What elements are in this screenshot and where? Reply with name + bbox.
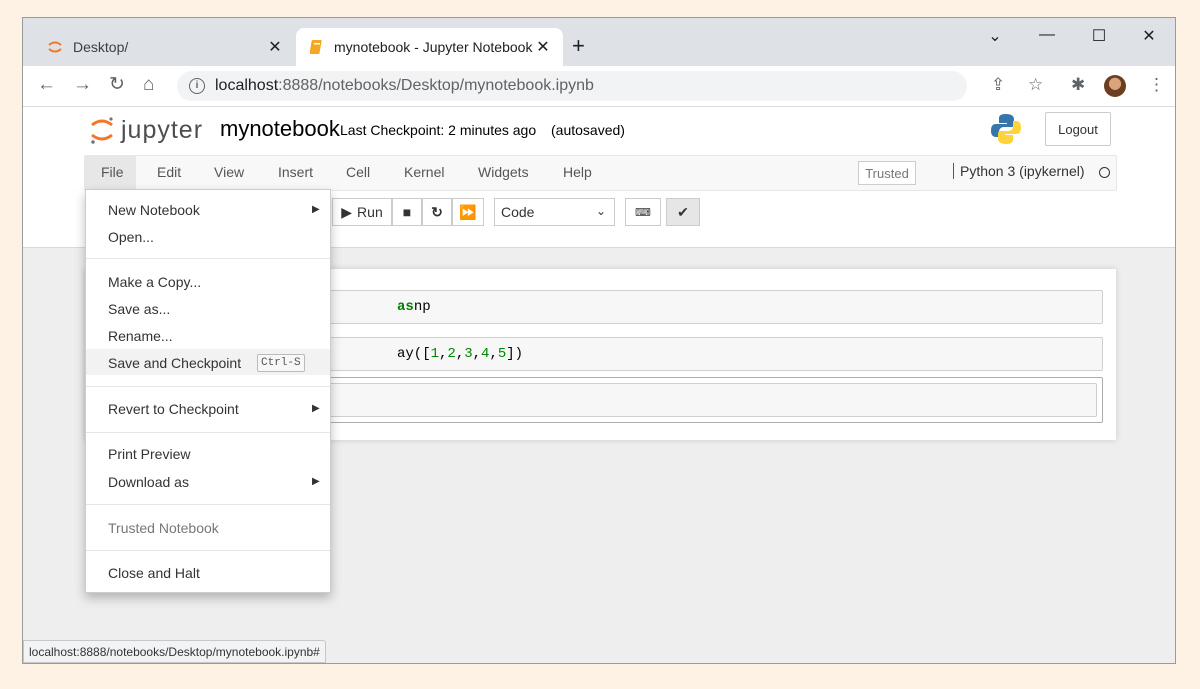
python-logo-icon (989, 112, 1023, 151)
menu-new-notebook[interactable]: New Notebook (108, 202, 200, 218)
interrupt-button[interactable]: ■ (392, 198, 422, 226)
keyboard-icon: ⌨ (635, 206, 651, 219)
chevron-down-icon: ⌄ (595, 204, 606, 218)
jupyter-tab-icon (47, 39, 63, 55)
menu-trusted-notebook[interactable]: Trusted Notebook (108, 520, 219, 536)
menu-divider (86, 550, 330, 551)
menu-cell[interactable]: Cell (346, 164, 370, 180)
kernel-name[interactable]: Python 3 (ipykernel) (953, 163, 1085, 179)
share-icon[interactable]: ⇪ (991, 75, 1005, 95)
code-number: 5 (497, 346, 507, 362)
menu-make-copy[interactable]: Make a Copy... (108, 274, 201, 290)
more-menu-icon[interactable]: ⋮ (1148, 75, 1165, 95)
stop-icon: ■ (402, 204, 412, 220)
autosave-status: (autosaved) (551, 122, 625, 138)
jupyter-logo[interactable]: jupyter (89, 115, 203, 145)
menu-rename[interactable]: Rename... (108, 328, 173, 344)
url-host: localhost (215, 77, 279, 94)
cell-type-select[interactable]: Code ⌄ (494, 198, 615, 226)
tab-search-icon[interactable]: ⌄ (972, 26, 1018, 46)
title-bar: Desktop/ ✕ mynotebook - Jupyter Notebook… (23, 18, 1175, 66)
spellcheck-toggle[interactable]: ✔ (666, 198, 700, 226)
menu-file[interactable]: File (101, 164, 124, 180)
restart-icon: ↻ (431, 203, 443, 220)
new-tab-icon[interactable]: + (572, 35, 585, 57)
menu-save-as[interactable]: Save as... (108, 301, 170, 317)
profile-avatar[interactable] (1104, 75, 1126, 97)
restart-run-all-button[interactable]: ⏩ (452, 198, 484, 226)
code-text: ay([ (397, 346, 431, 362)
menu-divider (86, 386, 330, 387)
code-cell-2[interactable]: ay([1, 2, 3, 4, 5]) (233, 337, 1103, 371)
code-text: ]) (506, 346, 524, 362)
menu-divider (86, 432, 330, 433)
menu-print-preview[interactable]: Print Preview (108, 446, 190, 462)
code-cell-1[interactable]: as np (233, 290, 1103, 324)
menu-widgets[interactable]: Widgets (478, 164, 529, 180)
submenu-arrow-icon: ▶ (312, 204, 320, 215)
forward-icon[interactable]: → (73, 74, 92, 96)
check-icon: ✔ (677, 203, 689, 220)
extensions-icon[interactable]: ✱ (1071, 75, 1085, 95)
run-button[interactable]: ▶ Run (332, 198, 392, 226)
code-cell-3-input[interactable] (233, 383, 1097, 417)
menu-divider (86, 504, 330, 505)
play-icon: ▶ (341, 203, 353, 220)
minimize-icon[interactable]: — (1024, 26, 1070, 44)
restart-button[interactable]: ↻ (422, 198, 452, 226)
close-icon[interactable]: ✕ (265, 37, 285, 57)
menu-divider (86, 258, 330, 259)
menu-download-as[interactable]: Download as (108, 474, 189, 490)
menu-close-halt[interactable]: Close and Halt (108, 565, 200, 581)
address-bar[interactable]: i localhost:8888/notebooks/Desktop/mynot… (177, 71, 967, 101)
code-number: 2 (447, 346, 456, 362)
notebook-tab-icon (310, 39, 324, 55)
jupyter-header: jupyter mynotebook Last Checkpoint: 2 mi… (23, 107, 1175, 155)
menu-revert-checkpoint[interactable]: Revert to Checkpoint (108, 401, 239, 417)
menu-open[interactable]: Open... (108, 229, 154, 245)
close-icon[interactable]: ✕ (533, 37, 553, 57)
trusted-indicator[interactable]: Trusted (858, 161, 916, 185)
maximize-icon[interactable]: ☐ (1076, 26, 1122, 46)
shortcut-badge: Ctrl-S (257, 354, 305, 372)
menu-view[interactable]: View (214, 164, 244, 180)
tab-title: mynotebook - Jupyter Notebook (334, 39, 533, 55)
menu-save-checkpoint[interactable]: Save and Checkpoint (108, 355, 241, 371)
cell-type-value: Code (501, 204, 535, 220)
tab-mynotebook[interactable]: mynotebook - Jupyter Notebook ✕ (296, 28, 563, 66)
reload-icon[interactable]: ↻ (109, 74, 125, 96)
jupyter-wordmark: jupyter (121, 115, 204, 144)
menu-bar: File Edit View Insert Cell Kernel Widget… (23, 155, 1175, 191)
close-window-icon[interactable]: ✕ (1126, 26, 1172, 46)
back-icon[interactable]: ← (37, 74, 56, 96)
browser-toolbar: ← → ↻ ⌂ i localhost:8888/notebooks/Deskt… (23, 66, 1175, 107)
status-bar-url: localhost:8888/notebooks/Desktop/mynoteb… (23, 640, 326, 663)
code-text: np (413, 299, 431, 315)
tab-title: Desktop/ (73, 39, 129, 55)
last-checkpoint: Last Checkpoint: 2 minutes ago (340, 122, 537, 138)
menu-kernel[interactable]: Kernel (404, 164, 444, 180)
code-number: 1 (430, 346, 440, 362)
menu-edit[interactable]: Edit (157, 164, 181, 180)
run-label: Run (357, 204, 383, 220)
notebook-name[interactable]: mynotebook (220, 116, 340, 142)
code-number: 3 (464, 346, 473, 362)
submenu-arrow-icon: ▶ (312, 403, 320, 414)
menu-help[interactable]: Help (563, 164, 592, 180)
submenu-arrow-icon: ▶ (312, 476, 320, 487)
site-info-icon[interactable]: i (189, 78, 205, 94)
tab-desktop[interactable]: Desktop/ ✕ (33, 28, 295, 66)
logout-button[interactable]: Logout (1045, 112, 1111, 146)
code-number: 4 (481, 346, 490, 362)
file-menu-dropdown: New Notebook ▶ Open... Make a Copy... Sa… (85, 189, 331, 593)
jupyter-logo-icon (91, 117, 113, 144)
bookmark-star-icon[interactable]: ☆ (1028, 75, 1043, 95)
keyword: as (397, 299, 414, 315)
kernel-status-icon (1099, 167, 1110, 178)
menu-insert[interactable]: Insert (278, 164, 313, 180)
url-path: :8888/notebooks/Desktop/mynotebook.ipynb (278, 77, 594, 94)
fast-forward-icon: ⏩ (459, 203, 477, 220)
home-icon[interactable]: ⌂ (143, 74, 154, 96)
command-palette-button[interactable]: ⌨ (625, 198, 661, 226)
